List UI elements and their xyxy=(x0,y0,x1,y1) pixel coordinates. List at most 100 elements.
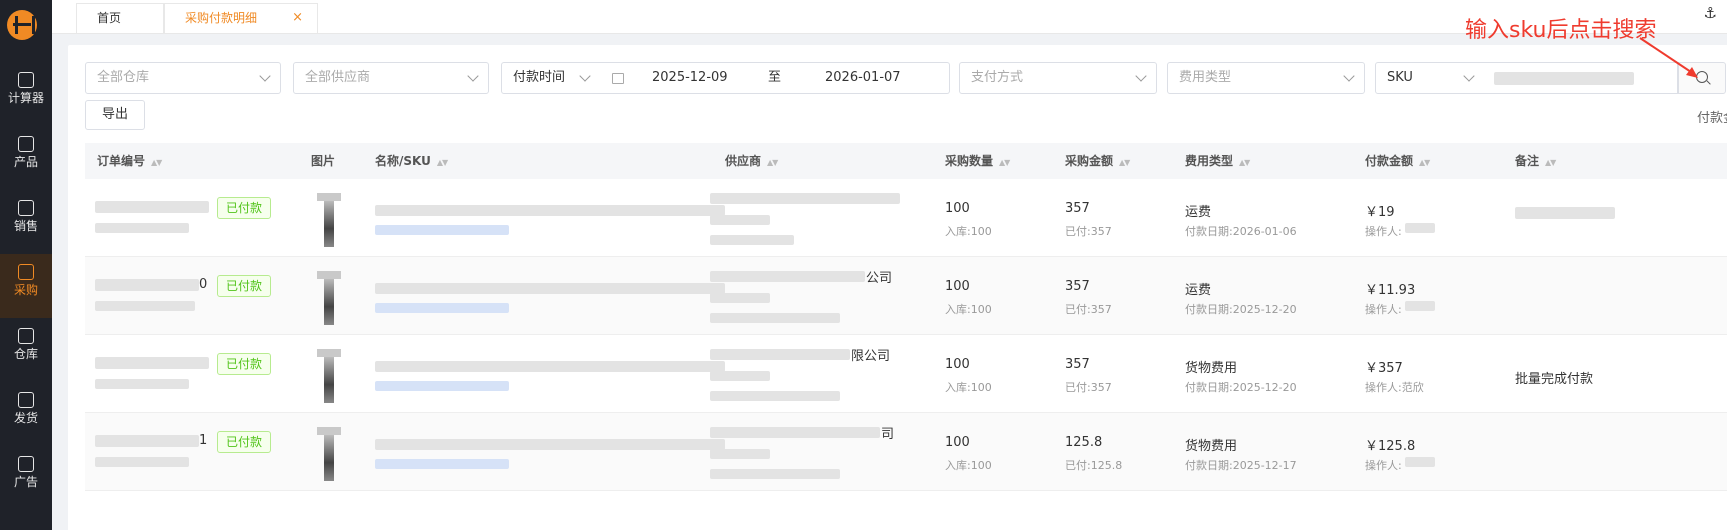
fee-type-select[interactable]: 费用类型 xyxy=(1167,62,1365,94)
pay-total-label: 付款金 xyxy=(1696,111,1727,126)
blurred-sku-link[interactable] xyxy=(375,225,509,235)
annotation-arrow xyxy=(1639,37,1698,78)
product-thumbnail[interactable] xyxy=(315,427,341,481)
blurred-product-name xyxy=(375,283,725,294)
col-fee-type[interactable]: 费用类型 ▲▼ xyxy=(1185,143,1250,181)
sidebar-item-sales[interactable]: 销售 xyxy=(0,190,52,254)
fee-date: 付款日期:2025-12-17 xyxy=(1185,459,1297,472)
blurred-sku-link[interactable] xyxy=(375,381,509,391)
sidebar-item-shipping[interactable]: 发货 xyxy=(0,382,52,446)
warehouse-icon xyxy=(18,328,34,344)
sidebar-item-warehouse[interactable]: 仓库 xyxy=(0,318,52,382)
qty-sub: 入库:100 xyxy=(945,381,992,394)
sidebar: 计算器 产品 销售 采购 仓库 发货 广告 xyxy=(0,0,52,530)
sidebar-item-product[interactable]: 产品 xyxy=(0,126,52,190)
amount-value: 357 xyxy=(1065,279,1090,294)
note-value: 批量完成付款 xyxy=(1515,372,1594,387)
operator: 操作人: xyxy=(1365,225,1402,238)
ad-icon xyxy=(18,456,34,472)
sidebar-item-label: 计算器 xyxy=(7,91,44,105)
sort-icon: ▲▼ xyxy=(767,158,778,167)
shipping-icon xyxy=(18,392,34,408)
blurred-order-sub xyxy=(95,457,189,467)
blurred-sku-link[interactable] xyxy=(375,303,509,313)
supplier-select[interactable]: 全部供应商 xyxy=(293,62,489,94)
sku-type-value: SKU xyxy=(1387,70,1413,85)
sort-icon: ▲▼ xyxy=(1419,158,1430,167)
col-amount[interactable]: 采购金额 ▲▼ xyxy=(1065,143,1130,181)
product-icon xyxy=(18,136,34,152)
qty-value: 100 xyxy=(945,357,970,372)
sidebar-item-calculator[interactable]: 计算器 xyxy=(0,62,52,126)
blurred-note xyxy=(1515,207,1615,219)
qty-sub: 入库:100 xyxy=(945,303,992,316)
col-name-sku[interactable]: 名称/SKU ▲▼ xyxy=(375,143,448,181)
col-image: 图片 xyxy=(311,154,336,168)
export-button[interactable]: 导出 xyxy=(85,100,145,130)
table-row[interactable]: 已付款 限公司 100 入库:100 357 已付:357 货物费用 付款日期:… xyxy=(85,335,1727,413)
fee-type-value: 运费 xyxy=(1185,205,1212,220)
qty-sub: 入库:100 xyxy=(945,459,992,472)
blurred-order-sub xyxy=(95,301,195,311)
blurred-operator xyxy=(1405,457,1435,467)
sidebar-item-label: 广告 xyxy=(13,475,38,489)
calendar-icon xyxy=(612,73,624,84)
date-from[interactable]: 2025-12-09 xyxy=(652,63,728,93)
date-range-picker[interactable]: 2025-12-09 至 2026-01-07 xyxy=(600,62,950,94)
pay-method-select[interactable]: 支付方式 xyxy=(959,62,1157,94)
blurred-supplier-2 xyxy=(710,215,770,225)
amount-value: 357 xyxy=(1065,357,1090,372)
col-note[interactable]: 备注 ▲▼ xyxy=(1515,143,1556,181)
sales-icon xyxy=(18,200,34,216)
blurred-supplier-3 xyxy=(710,469,840,479)
col-supplier[interactable]: 供应商 ▲▼ xyxy=(725,143,778,181)
blurred-supplier xyxy=(710,427,880,438)
supplier-tail: 限公司 xyxy=(851,349,891,364)
amount-sub: 已付:125.8 xyxy=(1065,459,1123,472)
fee-type-value: 费用类型 xyxy=(1179,70,1232,85)
app-logo[interactable] xyxy=(7,10,37,40)
product-thumbnail[interactable] xyxy=(315,193,341,247)
date-to[interactable]: 2026-01-07 xyxy=(825,63,901,93)
operator: 操作人: xyxy=(1365,459,1402,472)
sidebar-item-purchase[interactable]: 采购 xyxy=(0,254,52,318)
blurred-sku-link[interactable] xyxy=(375,459,509,469)
table-row[interactable]: 1 已付款 司 100 入库:100 125.8 已付:125.8 货物费用 付… xyxy=(85,413,1727,491)
qty-sub: 入库:100 xyxy=(945,225,992,238)
blurred-order-no xyxy=(95,201,209,213)
close-icon[interactable]: × xyxy=(292,4,303,32)
blurred-supplier-3 xyxy=(710,313,840,323)
content-panel: 全部仓库 全部供应商 付款时间 2025-12-09 至 2026-01-07 … xyxy=(68,45,1727,530)
blurred-operator xyxy=(1405,223,1435,233)
supplier-select-value: 全部供应商 xyxy=(305,70,371,85)
table-row[interactable]: 已付款 100 入库:100 357 已付:357 运费 付款日期:2026-0… xyxy=(85,179,1727,257)
tab-home[interactable]: 首页 xyxy=(76,3,164,33)
pay-amount-value: ￥11.93 xyxy=(1365,283,1416,298)
col-qty[interactable]: 采购数量 ▲▼ xyxy=(945,143,1010,181)
product-thumbnail[interactable] xyxy=(315,349,341,403)
pay-amount-value: ￥19 xyxy=(1365,205,1395,220)
warehouse-select[interactable]: 全部仓库 xyxy=(85,62,281,94)
operator: 操作人: xyxy=(1365,303,1402,316)
pay-method-value: 支付方式 xyxy=(971,70,1024,85)
time-type-select[interactable]: 付款时间 xyxy=(501,62,601,94)
blurred-supplier xyxy=(710,193,900,204)
col-pay-amount[interactable]: 付款金额 ▲▼ xyxy=(1365,143,1430,181)
supplier-tail: 公司 xyxy=(866,271,893,286)
pay-amount-value: ￥125.8 xyxy=(1365,439,1416,454)
blurred-supplier-2 xyxy=(710,293,770,303)
amount-sub: 已付:357 xyxy=(1065,381,1112,394)
col-order-no[interactable]: 订单编号 ▲▼ xyxy=(97,143,162,181)
blurred-product-name xyxy=(375,439,725,450)
product-thumbnail[interactable] xyxy=(315,271,341,325)
status-badge: 已付款 xyxy=(217,353,272,375)
pay-amount-value: ￥357 xyxy=(1365,361,1403,376)
table-row[interactable]: 0 已付款 公司 100 入库:100 357 已付:357 运费 付款日期:2… xyxy=(85,257,1727,335)
sku-type-select[interactable]: SKU xyxy=(1375,62,1485,94)
sidebar-item-ad[interactable]: 广告 xyxy=(0,446,52,510)
blurred-supplier-2 xyxy=(710,449,770,459)
anchor-icon[interactable]: ⚓ xyxy=(1704,4,1717,22)
fee-type-value: 运费 xyxy=(1185,283,1212,298)
tab-purchase-payment-detail[interactable]: 采购付款明细 × xyxy=(164,3,318,33)
amount-value: 357 xyxy=(1065,201,1090,216)
